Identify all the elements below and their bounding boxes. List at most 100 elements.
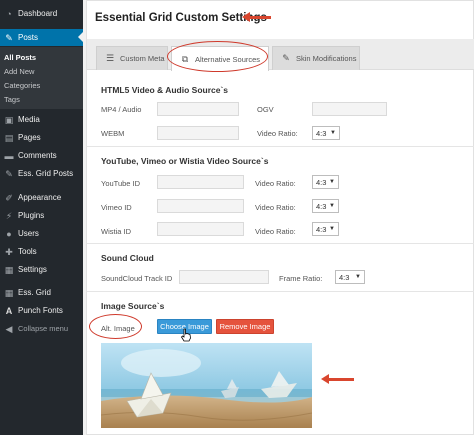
tab-label: Custom Meta [120, 54, 165, 63]
fonts-icon: A [5, 305, 13, 316]
sidebar-item-appearance[interactable]: ✐ Appearance [0, 189, 83, 206]
vimeo-id-label: Vimeo ID [101, 203, 132, 212]
vimeo-ratio-label: Video Ratio: [255, 203, 296, 212]
chevron-down-icon: ▼ [329, 179, 335, 185]
select-value: 4:3 [316, 201, 327, 211]
sidebar-item-comments[interactable]: ▬ Comments [0, 147, 83, 164]
sidebar-item-label: Media [18, 115, 40, 124]
sidebar-item-media[interactable]: ▣ Media [0, 111, 83, 128]
select-value: 4:3 [316, 128, 327, 138]
list-icon: ☰ [105, 53, 115, 63]
tab-custom-meta[interactable]: ☰ Custom Meta [96, 46, 168, 70]
soundcloud-track-input[interactable] [179, 270, 269, 284]
youtube-ratio-label: Video Ratio: [255, 179, 296, 188]
sidebar-item-ess-grid-posts[interactable]: ✎ Ess. Grid Posts [0, 165, 83, 182]
wistia-id-input[interactable] [157, 222, 244, 236]
chevron-down-icon: ▼ [330, 130, 336, 136]
pages-icon: ▤ [4, 132, 14, 143]
sidebar-item-label: Ess. Grid [18, 288, 51, 297]
posts-submenu: All Posts Add New Categories Tags [0, 47, 83, 109]
mp4-label: MP4 / Audio [101, 105, 142, 114]
submenu-item-tags[interactable]: Tags [4, 95, 20, 104]
alt-image-preview [101, 343, 312, 428]
remove-image-button[interactable]: Remove Image [216, 319, 274, 334]
sidebar-item-punch-fonts[interactable]: A Punch Fonts [0, 302, 83, 319]
sidebar-item-label: Ess. Grid Posts [18, 169, 74, 178]
tab-skin-modifications[interactable]: ✎ Skin Modifications [272, 46, 360, 70]
sidebar-item-tools[interactable]: ✚ Tools [0, 243, 83, 260]
submenu-item-categories[interactable]: Categories [4, 81, 40, 90]
appearance-icon: ✐ [5, 192, 13, 203]
sidebar-item-plugins[interactable]: ⚡ Plugins [0, 207, 83, 224]
sidebar-item-label: Settings [18, 265, 47, 274]
media-icon: ▣ [4, 114, 14, 125]
divider [87, 291, 474, 292]
html5-section-title: HTML5 Video & Audio Source`s [101, 85, 229, 95]
sidebar-item-ess-grid[interactable]: ▦ Ess. Grid [0, 284, 83, 301]
collapse-icon: ◀ [5, 323, 13, 334]
submenu-item-all-posts[interactable]: All Posts [4, 53, 36, 62]
users-icon: ● [6, 228, 12, 239]
grid-icon: ▦ [4, 287, 14, 298]
annotation-ellipse-tab [167, 41, 268, 72]
webm-label: WEBM [101, 129, 125, 138]
sidebar-item-pages[interactable]: ▤ Pages [0, 129, 83, 146]
custom-settings-panel: Essential Grid Custom Settings ☰ Custom … [86, 0, 474, 435]
active-indicator [78, 32, 83, 42]
sidebar-item-dashboard[interactable]: ◔ Dashboard [0, 5, 83, 22]
tab-label: Skin Modifications [296, 54, 357, 63]
pin-icon: ✎ [5, 168, 13, 179]
webm-input[interactable] [157, 126, 239, 140]
chevron-down-icon: ▼ [329, 226, 335, 232]
html5-ratio-label: Video Ratio: [257, 129, 298, 138]
sidebar-item-users[interactable]: ● Users [0, 225, 83, 242]
sidebar-item-label: Appearance [18, 193, 62, 202]
annotation-arrow-preview [321, 374, 354, 384]
plugins-icon: ⚡ [5, 210, 13, 221]
wistia-ratio-select[interactable]: 4:3 ▼ [312, 222, 339, 236]
dashboard-icon: ◔ [6, 8, 12, 19]
youtube-id-label: YouTube ID [101, 179, 141, 188]
youtube-ratio-select[interactable]: 4:3 ▼ [312, 175, 339, 189]
mp4-input[interactable] [157, 102, 239, 116]
collapse-menu-button[interactable]: ◀ Collapse menu [0, 320, 83, 337]
vimeo-ratio-select[interactable]: 4:3 ▼ [312, 199, 339, 213]
sidebar-item-label: Dashboard [18, 9, 58, 18]
sidebar-item-label: Users [18, 229, 39, 238]
admin-sidebar: ◔ Dashboard ✎ Posts All Posts Add New Ca… [0, 0, 83, 435]
youtube-section-title: YouTube, Vimeo or Wistia Video Source`s [101, 156, 269, 166]
soundcloud-section-title: Sound Cloud [101, 253, 154, 263]
sidebar-item-label: Punch Fonts [18, 306, 63, 315]
sidebar-item-settings[interactable]: ▦ Settings [0, 261, 83, 278]
sidebar-item-posts[interactable]: ✎ Posts [0, 29, 83, 46]
youtube-id-input[interactable] [157, 175, 244, 189]
sidebar-item-label: Pages [18, 133, 41, 142]
ogv-input[interactable] [312, 102, 387, 116]
select-value: 4:3 [339, 272, 350, 282]
sidebar-item-label: Collapse menu [18, 324, 69, 333]
tools-icon: ✚ [5, 246, 13, 257]
frame-ratio-label: Frame Ratio: [279, 274, 323, 283]
submenu-item-add-new[interactable]: Add New [4, 67, 34, 76]
comments-icon: ▬ [4, 150, 14, 161]
soundcloud-track-label: SoundCloud Track ID [101, 274, 173, 283]
chevron-down-icon: ▼ [329, 203, 335, 209]
wistia-ratio-label: Video Ratio: [255, 227, 296, 236]
divider [87, 243, 474, 244]
frame-ratio-select[interactable]: 4:3 ▼ [335, 270, 365, 284]
divider [87, 146, 474, 147]
hand-cursor-icon [180, 328, 191, 342]
html5-ratio-select[interactable]: 4:3 ▼ [312, 126, 340, 140]
tabs-bar: ☰ Custom Meta ⧉ Alternative Sources ✎ Sk… [87, 39, 474, 71]
image-section-title: Image Source`s [101, 301, 165, 311]
sidebar-item-label: Plugins [18, 211, 45, 220]
ogv-label: OGV [257, 105, 274, 114]
select-value: 4:3 [316, 224, 327, 234]
vimeo-id-input[interactable] [157, 199, 244, 213]
wistia-id-label: Wistia ID [101, 227, 131, 236]
annotation-ellipse-alt-image [89, 314, 142, 339]
annotation-arrow-title [242, 12, 271, 22]
sidebar-item-label: Posts [18, 33, 39, 42]
select-value: 4:3 [316, 177, 327, 187]
pin-icon: ✎ [282, 53, 290, 63]
